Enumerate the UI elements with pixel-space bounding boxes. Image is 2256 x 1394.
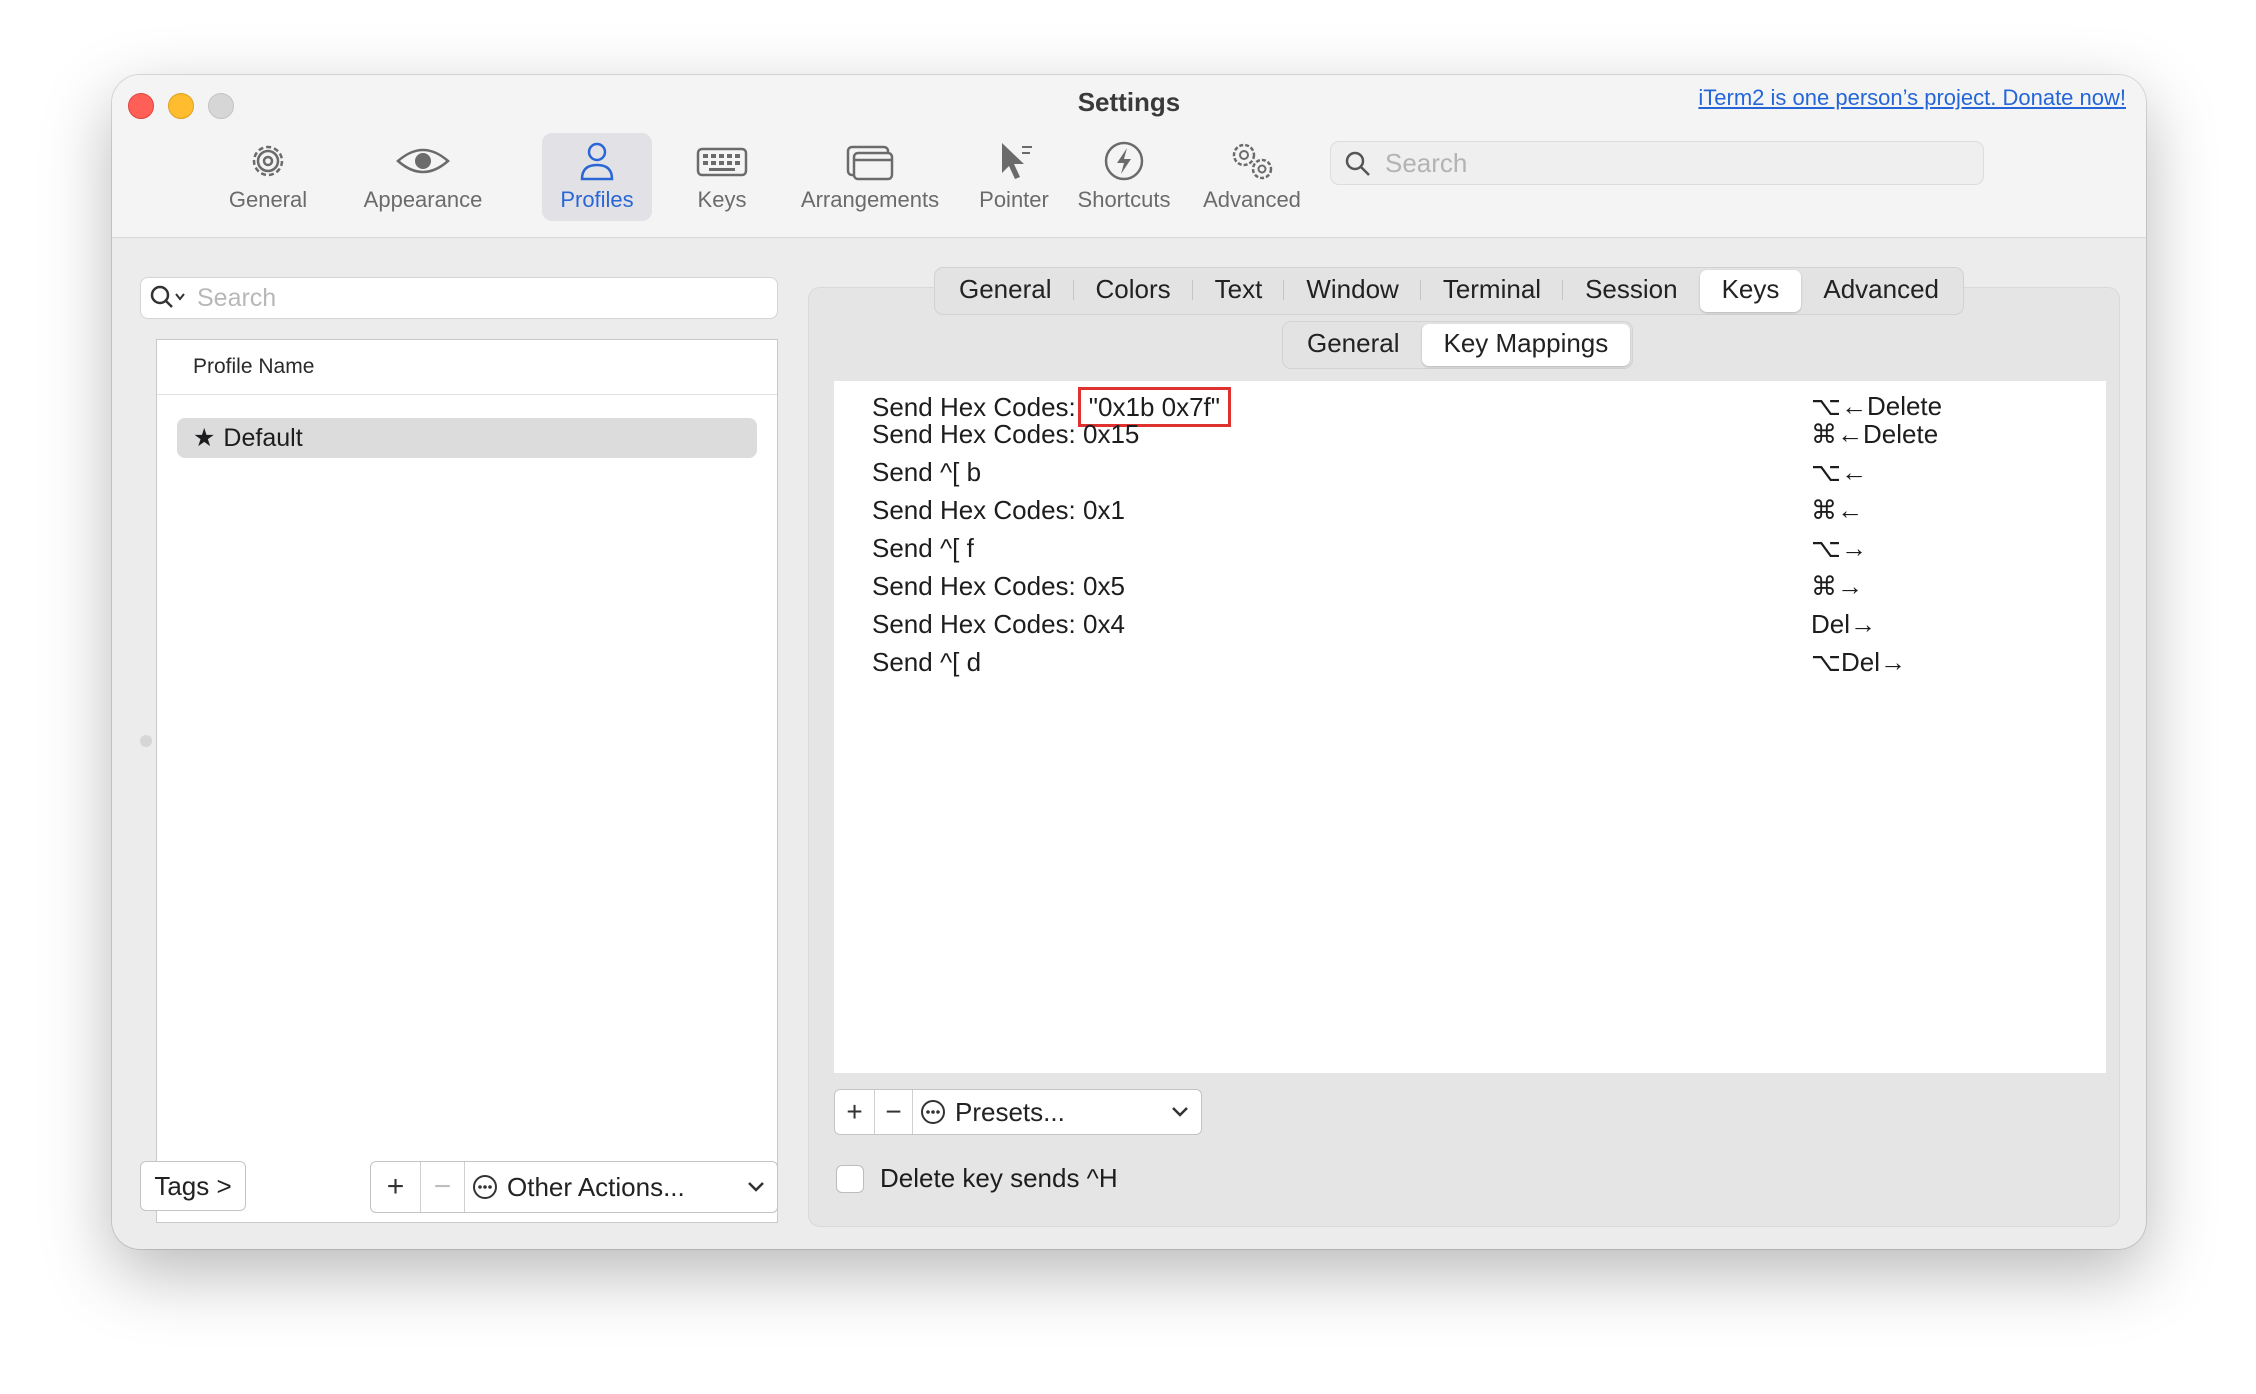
person-icon <box>580 142 614 181</box>
mapping-action: Send ^[ f <box>872 533 974 563</box>
other-actions-label: Other Actions... <box>507 1171 685 1202</box>
mapping-action: Send Hex Codes: 0x1 <box>872 495 1125 525</box>
presets-popup[interactable]: Presets... <box>913 1090 1201 1134</box>
remove-profile-button[interactable]: − <box>421 1162 465 1212</box>
table-row[interactable]: Send ^[ b ⌥← <box>834 453 2106 491</box>
toolbar-keys[interactable]: Keys <box>672 133 772 221</box>
delete-key-sends-h-label: Delete key sends ^H <box>880 1163 1118 1193</box>
mapping-key: Del→ <box>1811 609 1877 639</box>
keyboard-icon <box>696 147 748 177</box>
table-row[interactable]: Send ^[ f ⌥→ <box>834 529 2106 567</box>
delete-key-sends-h-checkbox[interactable] <box>836 1164 864 1193</box>
key-mappings-table: Send Hex Codes: "0x1b 0x7f" ⌥←Delete Send… <box>834 381 2106 1073</box>
toolbar-shortcuts-label: Shortcuts <box>1077 187 1171 212</box>
tab-session[interactable]: Session <box>1563 270 1700 312</box>
tab-colors[interactable]: Colors <box>1074 270 1193 312</box>
mapping-key: ⌥← <box>1811 457 1867 487</box>
mapping-key: ⌥→ <box>1811 533 1867 563</box>
search-menu-icon[interactable] <box>149 284 189 312</box>
table-row[interactable]: Send Hex Codes: 0x5 ⌘→ <box>834 567 2106 605</box>
toolbar-advanced[interactable]: Advanced <box>1190 133 1314 221</box>
pointer-icon <box>1002 143 1032 179</box>
ellipsis-circle-icon <box>473 1175 497 1199</box>
profile-tabs: General Colors Text Window Terminal Sess… <box>934 267 1965 315</box>
tab-text[interactable]: Text <box>1193 270 1285 312</box>
split-handle[interactable] <box>140 735 152 747</box>
search-icon <box>1345 151 1370 176</box>
add-profile-button[interactable]: + <box>371 1162 421 1212</box>
ellipsis-circle-icon <box>921 1100 945 1124</box>
table-row[interactable]: Send ^[ d ⌥Del→ <box>834 643 2106 681</box>
tab-window[interactable]: Window <box>1284 270 1422 312</box>
toolbar-general[interactable]: General <box>216 133 320 221</box>
tab-advanced[interactable]: Advanced <box>1801 270 1961 312</box>
bolt-icon <box>1104 141 1144 181</box>
other-actions-popup[interactable]: Other Actions... <box>465 1162 777 1212</box>
chevron-down-icon <box>748 1182 764 1192</box>
keys-subtabs: General Key Mappings <box>1282 321 1634 369</box>
profile-actions-group: + − Other Actions... <box>370 1161 778 1213</box>
tab-keys[interactable]: Keys <box>1699 270 1802 312</box>
settings-window: Settings iTerm2 is one person’s project.… <box>112 75 2146 1249</box>
mapping-actions-group: + − Presets... <box>834 1089 1202 1135</box>
tab-terminal[interactable]: Terminal <box>1421 270 1564 312</box>
settings-search-input[interactable] <box>1383 142 1967 184</box>
profile-search <box>140 277 778 319</box>
profile-name-column-header[interactable]: Profile Name <box>157 340 777 395</box>
settings-search <box>1330 141 1984 185</box>
toolbar-appearance[interactable]: Appearance <box>332 133 514 221</box>
add-mapping-button[interactable]: + <box>835 1090 875 1134</box>
presets-label: Presets... <box>955 1096 1065 1127</box>
tags-button[interactable]: Tags > <box>140 1161 246 1211</box>
profile-row-name: Default <box>223 424 303 452</box>
toolbar-profiles[interactable]: Profiles <box>542 133 652 221</box>
mapping-action: Send ^[ b <box>872 457 982 487</box>
mapping-key: ⌘←Delete <box>1811 419 1939 449</box>
toolbar-advanced-label: Advanced <box>1203 187 1301 212</box>
toolbar-appearance-label: Appearance <box>363 187 483 212</box>
mapping-key: ⌥Del→ <box>1811 647 1906 677</box>
remove-mapping-button[interactable]: − <box>875 1090 913 1134</box>
toolbar-arrangements[interactable]: Arrangements <box>772 133 968 221</box>
gear-icon <box>252 145 284 177</box>
profile-search-input[interactable] <box>195 278 759 318</box>
subtab-general[interactable]: General <box>1285 324 1422 366</box>
subtab-key-mappings[interactable]: Key Mappings <box>1421 324 1631 366</box>
toolbar-shortcuts[interactable]: Shortcuts <box>1062 133 1186 221</box>
toolbar-pointer[interactable]: Pointer <box>962 133 1066 221</box>
mapping-action: Send Hex Codes: 0x5 <box>872 571 1125 601</box>
mapping-key: ⌘← <box>1811 495 1863 525</box>
mapping-action: Send ^[ d <box>872 647 982 677</box>
toolbar-general-label: General <box>228 187 308 212</box>
donate-link[interactable]: iTerm2 is one person’s project. Donate n… <box>1698 85 2126 111</box>
toolbar-pointer-label: Pointer <box>979 187 1049 212</box>
toolbar-profiles-label: Profiles <box>560 187 634 212</box>
tab-general[interactable]: General <box>937 270 1074 312</box>
table-row[interactable]: Send Hex Codes: 0x1 ⌘← <box>834 491 2106 529</box>
mapping-action: Send Hex Codes: 0x4 <box>872 609 1125 639</box>
toolbar-arrangements-label: Arrangements <box>800 187 940 212</box>
windows-icon <box>846 145 894 181</box>
star-icon: ★ <box>193 424 216 452</box>
profile-row-default[interactable]: ★ Default <box>177 418 757 458</box>
mapping-action: Send Hex Codes: 0x15 <box>872 419 1140 449</box>
titlebar: Settings iTerm2 is one person’s project.… <box>112 75 2146 238</box>
table-row[interactable]: Send Hex Codes: 0x4 Del→ <box>834 605 2106 643</box>
eye-icon <box>396 148 450 174</box>
delete-key-sends-h-option: Delete key sends ^H <box>836 1163 1118 1194</box>
mapping-key: ⌘→ <box>1811 571 1863 601</box>
profile-table: Profile Name ★ Default <box>156 339 778 1223</box>
chevron-down-icon <box>1172 1107 1188 1117</box>
table-row[interactable]: Send Hex Codes: 0x15 ⌘←Delete <box>834 415 2106 453</box>
gears-icon <box>1232 143 1273 180</box>
toolbar-keys-label: Keys <box>697 187 747 212</box>
